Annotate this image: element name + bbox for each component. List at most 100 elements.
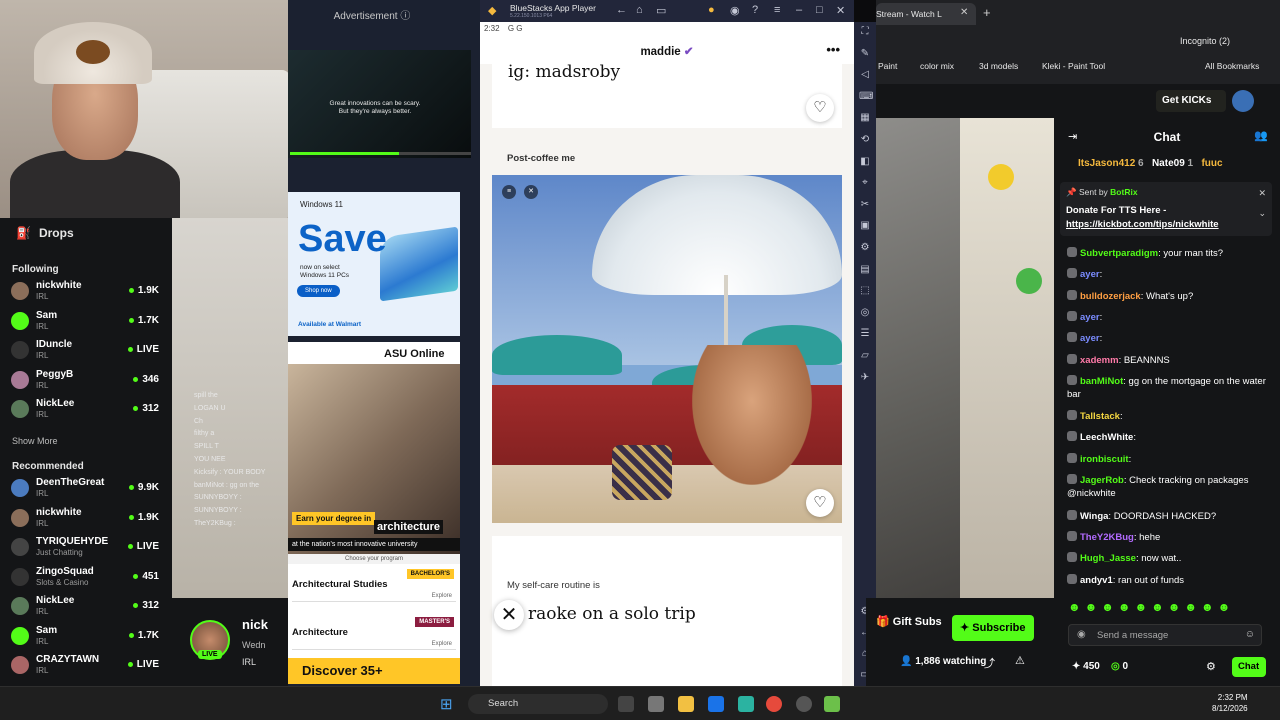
recent-apps-icon[interactable]: ▭ [656, 4, 666, 17]
chrome-incognito-icon[interactable] [796, 696, 812, 712]
gear-icon[interactable]: ⚙ [1206, 660, 1216, 673]
keyboard-icon[interactable]: ⌨ [859, 91, 873, 103]
get-kicks-button[interactable]: Get KICKs [1156, 90, 1226, 112]
bookmark-item[interactable]: Kleki - Paint Tool [1042, 61, 1105, 71]
tab-close-icon[interactable]: ✕ [960, 7, 968, 18]
bluestacks-icon[interactable] [824, 696, 840, 712]
new-tab-icon[interactable]: + [983, 5, 991, 20]
chat-username[interactable]: xademm [1080, 355, 1119, 366]
task-view-icon[interactable] [618, 696, 634, 712]
taskbar-search[interactable]: Search [468, 694, 608, 714]
skip-x-button[interactable]: ✕ [494, 600, 524, 630]
windows-start-icon[interactable]: ⊞ [440, 695, 453, 713]
menu-icon[interactable]: ☰ [859, 328, 871, 340]
maximize-icon[interactable]: □ [816, 4, 823, 16]
mute-icon[interactable]: ✕ [524, 185, 538, 199]
chat-username[interactable]: Hugh_Jasse [1080, 553, 1136, 564]
gifter-name[interactable]: Nate09 [1152, 158, 1185, 169]
sidebar-channel-item[interactable]: NickLee IRL 312 [0, 395, 172, 423]
chat-username[interactable]: TheY2KBug [1080, 532, 1134, 543]
subscribe-button[interactable]: ✦ Subscribe [952, 615, 1034, 641]
cut-icon[interactable]: ✂ [859, 199, 871, 211]
windows-ad[interactable]: Windows 11 Save now on select Windows 11… [288, 192, 460, 336]
system-clock[interactable]: 2:32 PM 8/12/2026 [1212, 692, 1248, 714]
program-item[interactable]: Architecture MASTER'S Explore [292, 614, 456, 650]
menu-icon[interactable]: ≡ [774, 4, 780, 16]
help-icon[interactable]: ? [752, 4, 758, 16]
incognito-indicator[interactable]: Incognito (2) [1180, 36, 1230, 46]
chat-username[interactable]: ironbiscuit [1080, 454, 1129, 465]
chat-username[interactable]: bulldozerjack [1080, 291, 1141, 302]
controls-icon[interactable]: ▦ [859, 112, 871, 124]
bookmark-item[interactable]: All Bookmarks [1205, 61, 1259, 71]
rotate-icon[interactable]: ⟲ [859, 134, 871, 146]
points-count[interactable]: 0 [1123, 661, 1129, 672]
user-avatar[interactable] [1232, 90, 1254, 112]
gift-subs-button[interactable]: 🎁 Gift Subs [876, 615, 942, 628]
location-icon[interactable]: ⌖ [859, 177, 871, 189]
multi-instance-icon[interactable]: ▱ [859, 350, 871, 362]
bookmark-item[interactable]: color mix [920, 61, 954, 71]
coins-icon[interactable]: ● [708, 4, 715, 16]
show-more-link[interactable]: Show More [12, 436, 58, 446]
calculator-icon[interactable] [708, 696, 724, 712]
program-item[interactable]: Architectural Studies BACHELOR'S Explore [292, 566, 456, 602]
drops-link[interactable]: ⛽ Drops [16, 226, 74, 240]
fullscreen-icon[interactable]: ⛶ [859, 26, 871, 38]
chat-username[interactable]: JagerRob [1080, 475, 1124, 486]
asu-discover-banner[interactable]: Discover 35+ [288, 658, 460, 684]
like-heart-icon[interactable]: ♡ [806, 94, 834, 122]
chat-username[interactable]: andyv1 [1080, 575, 1113, 586]
chat-username[interactable]: ayer [1080, 333, 1100, 344]
video-menu-icon[interactable]: ≡ [502, 185, 516, 199]
chat-send-button[interactable]: Chat [1232, 657, 1266, 677]
volume-icon[interactable]: ◁ [859, 69, 871, 81]
kicks-count[interactable]: 450 [1083, 661, 1100, 672]
chat-username[interactable]: ayer [1080, 269, 1100, 280]
sidebar-channel-item[interactable]: ZingoSquad Slots & Casino 451 [0, 563, 172, 591]
sidebar-channel-item[interactable]: IDuncle IRL LIVE [0, 336, 172, 364]
bookmark-item[interactable]: 3d models [979, 61, 1018, 71]
sidebar-channel-item[interactable]: nickwhite IRL 1.9K [0, 504, 172, 532]
back-icon[interactable]: ← [616, 4, 627, 16]
like-heart-icon[interactable]: ♡ [806, 489, 834, 517]
pinned-bot-name[interactable]: BotRix [1110, 187, 1137, 197]
edit-icon[interactable]: ✎ [859, 48, 871, 60]
account-icon[interactable]: ◉ [730, 4, 740, 17]
close-icon[interactable]: ✕ [836, 4, 845, 17]
gifter-name[interactable]: fuuc [1201, 158, 1222, 169]
sidebar-channel-item[interactable]: PeggyB IRL 346 [0, 366, 172, 394]
folder-icon[interactable] [678, 696, 694, 712]
chat-input[interactable]: ◉ Send a message ☺ [1068, 624, 1262, 646]
chat-username[interactable]: ayer [1080, 312, 1100, 323]
chevron-down-icon[interactable]: ⌄ [1258, 208, 1266, 219]
chat-username[interactable]: banMiNot [1080, 376, 1123, 387]
program-explore-link[interactable]: Explore [432, 641, 452, 647]
media-icon[interactable]: ▤ [859, 264, 871, 276]
file-icon[interactable] [648, 696, 664, 712]
emoji-icon[interactable]: ☺ [1245, 629, 1255, 640]
gifter-name[interactable]: ItsJason412 [1078, 158, 1135, 169]
emote-bar[interactable]: ☻☻☻☻☻☻☻☻☻☻ [1068, 600, 1234, 614]
sidebar-channel-item[interactable]: Sam IRL 1.7K [0, 622, 172, 650]
chat-users-icon[interactable]: 👥 [1254, 129, 1268, 142]
program-explore-link[interactable]: Explore [432, 593, 452, 599]
chat-username[interactable]: Winga [1080, 511, 1108, 522]
sidebar-channel-item[interactable]: NickLee IRL 312 [0, 592, 172, 620]
streamer-name[interactable]: nick [242, 617, 268, 632]
profile-photo[interactable]: ≡ ✕ ♡ [492, 175, 842, 523]
sidebar-channel-item[interactable]: TYRIQUEHYDE Just Chatting LIVE [0, 533, 172, 561]
settings-icon[interactable]: ⚙ [859, 242, 871, 254]
screenshot-icon[interactable]: ◧ [859, 156, 871, 168]
edge-icon[interactable] [738, 696, 754, 712]
airplane-icon[interactable]: ✈ [859, 372, 871, 384]
record-icon[interactable]: ◎ [859, 307, 871, 319]
chrome-icon[interactable] [766, 696, 782, 712]
unpin-icon[interactable]: ✕ [1258, 188, 1266, 199]
minimize-icon[interactable]: – [796, 4, 802, 16]
shop-now-button[interactable]: Shop now [297, 285, 340, 297]
sidebar-channel-item[interactable]: Sam IRL 1.7K [0, 307, 172, 335]
home-icon[interactable]: ⌂ [636, 4, 643, 16]
pinned-link[interactable]: https://kickbot.com/tips/nickwhite [1066, 219, 1219, 230]
chat-username[interactable]: Tallstack [1080, 411, 1120, 422]
